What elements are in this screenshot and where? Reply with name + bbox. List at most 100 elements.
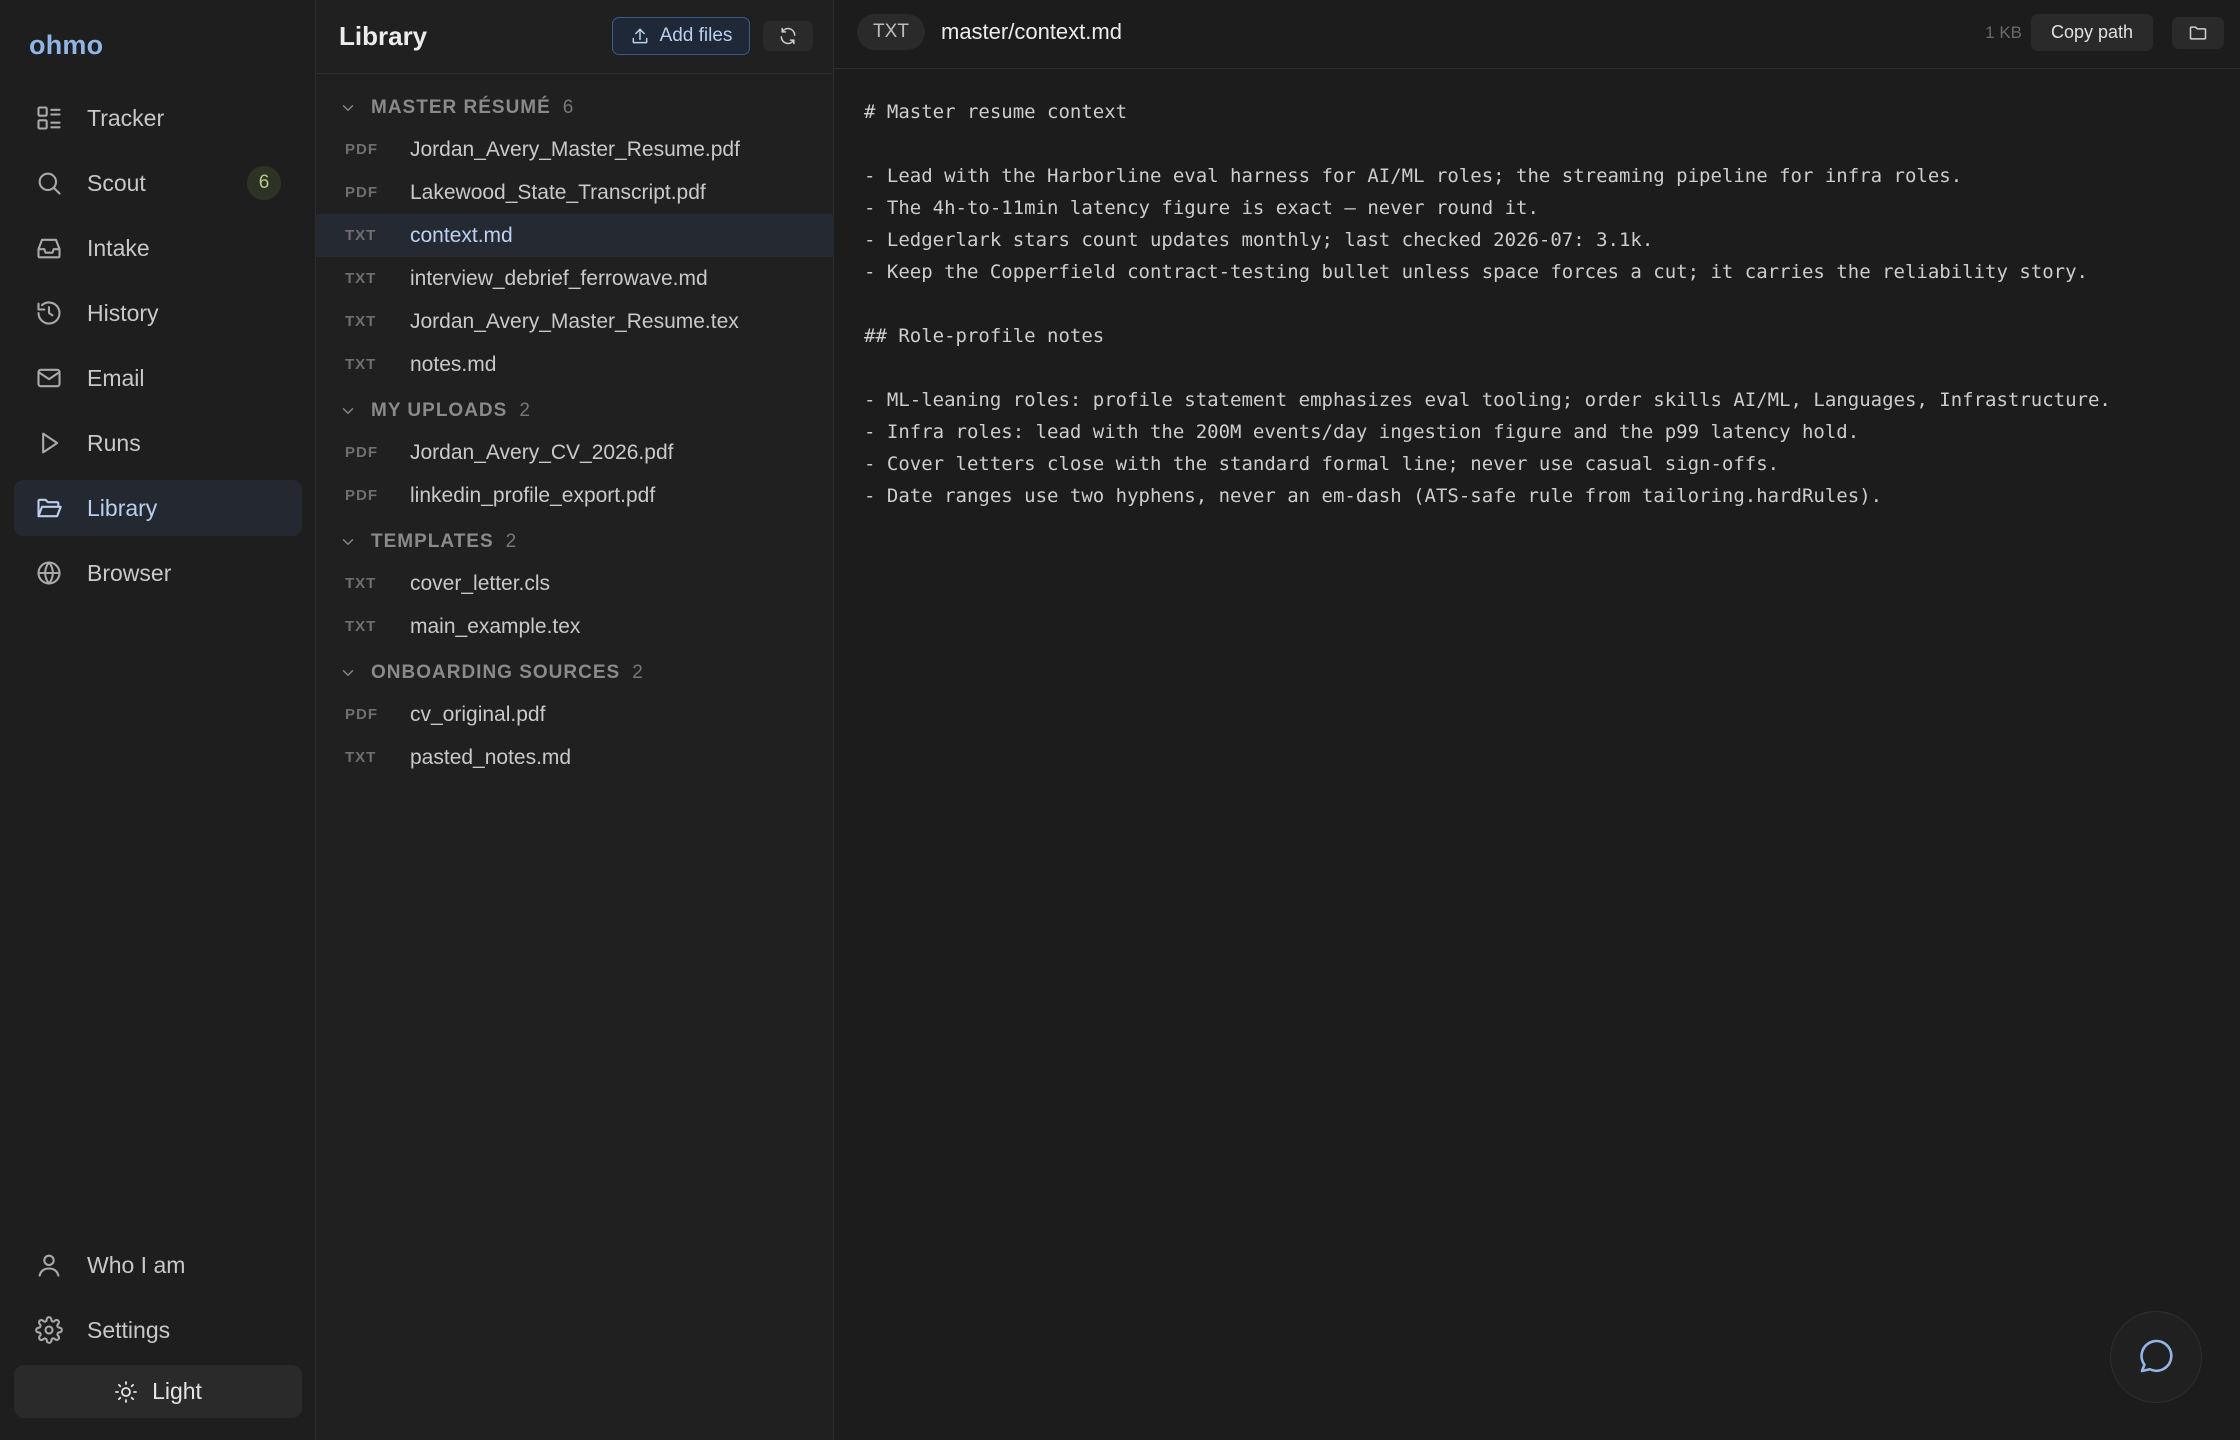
chevron-down-icon [339, 99, 357, 117]
file-row[interactable]: PDF Jordan_Avery_CV_2026.pdf [316, 431, 834, 474]
nav-bottom-list: Who I am Settings [14, 1237, 302, 1367]
add-files-label: Add files [659, 25, 733, 46]
file-name: Jordan_Avery_Master_Resume.pdf [410, 137, 740, 161]
file-name: linkedin_profile_export.pdf [410, 483, 656, 507]
file-name: context.md [410, 223, 513, 247]
nav-item-label: History [87, 299, 159, 326]
file-name: Jordan_Avery_Master_Resume.tex [410, 309, 739, 333]
count-badge: 6 [247, 166, 281, 200]
sun-icon [114, 1380, 138, 1404]
file-name: Jordan_Avery_CV_2026.pdf [410, 440, 674, 464]
file-type-label: TXT [345, 749, 377, 766]
file-name: Lakewood_State_Transcript.pdf [410, 180, 706, 204]
file-name: cover_letter.cls [410, 571, 551, 595]
file-row[interactable]: TXT Jordan_Avery_Master_Resume.tex [316, 300, 834, 343]
file-row[interactable]: PDF Lakewood_State_Transcript.pdf [316, 171, 834, 214]
document-line: - Keep the Copperfield contract-testing … [864, 261, 2088, 283]
group-count: 6 [562, 97, 574, 118]
group-name: ONBOARDING SOURCES [371, 662, 621, 683]
history-icon [35, 299, 63, 327]
document-line: - Ledgerlark stars count updates monthly… [864, 229, 1654, 251]
nav-item-settings[interactable]: Settings [14, 1302, 302, 1358]
nav-item-label: Settings [87, 1316, 171, 1343]
group-header[interactable]: MASTER RÉSUMÉ 6 [316, 88, 834, 128]
file-type-label: PDF [345, 141, 378, 158]
document-path: master/context.md [941, 19, 1122, 44]
document-viewer: TXT master/context.md 1 KB Copy path # M… [834, 0, 2240, 1440]
file-group: MY UPLOADS 2 PDF Jordan_Avery_CV_2026.pdf PD… [316, 391, 834, 517]
file-row[interactable]: TXT notes.md [316, 343, 834, 386]
nav-item-runs[interactable]: Runs [14, 415, 302, 471]
chat-bubble-icon [2135, 1336, 2177, 1378]
file-type-label: TXT [345, 618, 377, 635]
nav-item-library[interactable]: Library [14, 480, 302, 536]
file-row[interactable]: TXT cover_letter.cls [316, 562, 834, 605]
group-header[interactable]: ONBOARDING SOURCES 2 [316, 653, 834, 693]
file-row[interactable]: PDF Jordan_Avery_Master_Resume.pdf [316, 128, 834, 171]
theme-toggle-button[interactable]: Light [14, 1365, 302, 1418]
nav-item-browser[interactable]: Browser [14, 545, 302, 601]
chevron-down-icon [339, 402, 357, 420]
group-header[interactable]: MY UPLOADS 2 [316, 391, 834, 431]
file-type-label: TXT [345, 313, 377, 330]
file-row[interactable]: TXT pasted_notes.md [316, 736, 834, 779]
refresh-button[interactable] [763, 21, 813, 51]
group-name: MASTER RÉSUMÉ [371, 97, 551, 118]
copy-path-button[interactable]: Copy path [2031, 14, 2153, 51]
nav-item-label: Intake [87, 234, 150, 261]
library-panel: Library Add files MASTER RÉSUMÉ 6 PDF Jorda… [316, 0, 834, 1440]
document-content[interactable]: # Master resume context - Lead with the H… [864, 96, 2214, 512]
nav-item-label: Email [87, 364, 145, 391]
file-row[interactable]: TXT main_example.tex [316, 605, 834, 648]
globe-icon [35, 559, 63, 587]
user-icon [35, 1251, 63, 1279]
group-header[interactable]: TEMPLATES 2 [316, 522, 834, 562]
document-line: - Infra roles: lead with the 200M events… [864, 421, 1860, 443]
file-row[interactable]: TXT interview_debrief_ferrowave.md [316, 257, 834, 300]
group-name: TEMPLATES [371, 531, 494, 552]
file-type-label: TXT [345, 575, 377, 592]
upload-icon [630, 26, 650, 46]
file-row[interactable]: PDF cv_original.pdf [316, 693, 834, 736]
file-row[interactable]: PDF linkedin_profile_export.pdf [316, 474, 834, 517]
nav-item-email[interactable]: Email [14, 350, 302, 406]
nav-item-label: Runs [87, 429, 141, 456]
file-row[interactable]: TXT context.md [316, 214, 834, 257]
nav-item-tracker[interactable]: Tracker [14, 90, 302, 146]
file-name: cv_original.pdf [410, 702, 546, 726]
chat-button[interactable] [2110, 1311, 2202, 1403]
document-line: - Date ranges use two hyphens, never an … [864, 485, 1883, 507]
mail-icon [35, 364, 63, 392]
gear-icon [35, 1316, 63, 1344]
library-title: Library [339, 21, 428, 51]
nav-item-who-i-am[interactable]: Who I am [14, 1237, 302, 1293]
nav-list: Tracker Scout 6 Intake History Email Runs Libra… [14, 90, 302, 610]
nav-item-intake[interactable]: Intake [14, 220, 302, 276]
file-type-label: TXT [345, 270, 377, 287]
group-count: 2 [519, 400, 530, 421]
play-icon [35, 429, 63, 457]
file-group: MASTER RÉSUMÉ 6 PDF Jordan_Avery_Master_Res… [316, 88, 834, 386]
file-name: interview_debrief_ferrowave.md [410, 266, 708, 290]
search-icon [35, 169, 63, 197]
add-files-button[interactable]: Add files [612, 17, 750, 55]
nav-item-history[interactable]: History [14, 285, 302, 341]
file-type-label: TXT [345, 227, 377, 244]
group-name: MY UPLOADS [371, 400, 508, 421]
nav-item-label: Tracker [87, 104, 165, 131]
file-name: notes.md [410, 352, 497, 376]
nav-item-label: Library [87, 494, 158, 521]
file-name: pasted_notes.md [410, 745, 572, 769]
file-type-label: PDF [345, 444, 378, 461]
group-count: 2 [632, 662, 643, 683]
brand-logo[interactable]: ohmo [29, 30, 103, 61]
file-type-pill: TXT [857, 14, 925, 50]
document-line: - ML-leaning roles: profile statement em… [864, 389, 2111, 411]
nav-item-scout[interactable]: Scout 6 [14, 155, 302, 211]
nav-item-label: Browser [87, 559, 172, 586]
file-group: ONBOARDING SOURCES 2 PDF cv_original.pdf TXT… [316, 653, 834, 779]
open-folder-button[interactable] [2172, 17, 2224, 49]
document-line: # Master resume context [864, 101, 1128, 123]
